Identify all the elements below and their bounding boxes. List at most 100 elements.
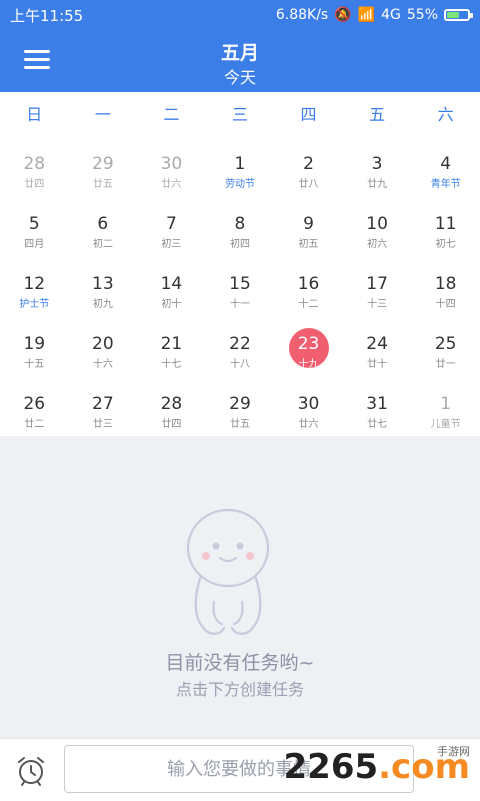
calendar-day[interactable]: 11 初七 bbox=[411, 194, 480, 254]
calendar: 日 一 二 三 四 五 六 28 廿四 29 廿五 30 廿六 1 劳动节 2 廿八 3 廿九 4 青年节 5 四月 6 初二… bbox=[0, 92, 480, 436]
lunar-date: 十五 bbox=[24, 359, 45, 370]
calendar-day[interactable]: 7 初三 bbox=[137, 194, 206, 254]
day-number: 24 bbox=[366, 334, 388, 354]
weekday-label: 二 bbox=[163, 105, 180, 124]
mascot-illustration bbox=[186, 508, 270, 635]
today-button[interactable]: 今天 bbox=[0, 64, 480, 88]
festival-label: 青年节 bbox=[430, 179, 461, 190]
calendar-day[interactable]: 20 十六 bbox=[69, 314, 138, 374]
calendar-day[interactable]: 13 初九 bbox=[69, 254, 138, 314]
signal-icon: 📶 bbox=[357, 7, 376, 23]
calendar-day-today[interactable]: 23 十九 bbox=[274, 314, 343, 374]
day-number: 29 bbox=[229, 394, 251, 414]
day-number: 30 bbox=[160, 154, 183, 174]
weekday-label: 一 bbox=[94, 105, 111, 124]
day-number: 9 bbox=[303, 214, 314, 234]
calendar-day[interactable]: 29 廿五 bbox=[69, 134, 138, 194]
calendar-day[interactable]: 2 廿八 bbox=[274, 134, 343, 194]
calendar-day[interactable]: 1 儿童节 bbox=[411, 374, 480, 434]
weekday-label: 日 bbox=[26, 105, 43, 124]
lunar-date: 廿四 bbox=[161, 419, 182, 430]
calendar-day[interactable]: 4 青年节 bbox=[411, 134, 480, 194]
day-number: 14 bbox=[160, 274, 183, 294]
lunar-date: 初三 bbox=[161, 239, 182, 250]
calendar-day[interactable]: 29 廿五 bbox=[206, 374, 275, 434]
calendar-day[interactable]: 21 十七 bbox=[137, 314, 206, 374]
lunar-date: 廿四 bbox=[24, 179, 45, 190]
alarm-clock-icon[interactable] bbox=[14, 753, 48, 787]
calendar-day[interactable]: 5 四月 bbox=[0, 194, 69, 254]
lunar-date: 廿六 bbox=[161, 179, 182, 190]
calendar-day[interactable]: 27 廿三 bbox=[69, 374, 138, 434]
day-number: 21 bbox=[160, 334, 183, 354]
empty-subtitle: 点击下方创建任务 bbox=[175, 680, 304, 699]
lunar-date: 初九 bbox=[92, 299, 113, 310]
lunar-date: 初七 bbox=[435, 239, 456, 250]
calendar-day[interactable]: 28 廿四 bbox=[137, 374, 206, 434]
day-number: 1 bbox=[234, 154, 246, 174]
day-number: 20 bbox=[92, 334, 114, 354]
calendar-day[interactable]: 18 十四 bbox=[411, 254, 480, 314]
day-number: 2 bbox=[303, 154, 314, 174]
calendar-day[interactable]: 25 廿一 bbox=[411, 314, 480, 374]
day-number: 15 bbox=[229, 274, 251, 294]
lunar-date: 初二 bbox=[92, 239, 113, 250]
calendar-day[interactable]: 1 劳动节 bbox=[206, 134, 275, 194]
calendar-day[interactable]: 8 初四 bbox=[206, 194, 275, 254]
calendar-day[interactable]: 10 初六 bbox=[343, 194, 412, 254]
calendar-day[interactable]: 26 廿二 bbox=[0, 374, 69, 434]
calendar-day[interactable]: 22 十八 bbox=[206, 314, 275, 374]
weekday-label: 五 bbox=[369, 105, 386, 124]
day-number: 26 bbox=[23, 394, 46, 414]
calendar-day[interactable]: 30 廿六 bbox=[274, 374, 343, 434]
battery-percent: 55% bbox=[406, 7, 438, 23]
calendar-day[interactable]: 6 初二 bbox=[69, 194, 138, 254]
day-number: 19 bbox=[23, 334, 46, 354]
day-number: 12 bbox=[23, 274, 46, 294]
calendar-day[interactable]: 17 十三 bbox=[343, 254, 412, 314]
day-number: 22 bbox=[229, 334, 251, 354]
calendar-day[interactable]: 31 廿七 bbox=[343, 374, 412, 434]
status-bar: 上午11:55 6.88K/s 🔕 📶 4G 55% bbox=[0, 0, 480, 30]
calendar-day[interactable]: 3 廿九 bbox=[343, 134, 412, 194]
day-number: 13 bbox=[92, 274, 114, 294]
calendar-grid: 28 廿四 29 廿五 30 廿六 1 劳动节 2 廿八 3 廿九 4 青年节 5 四月 6 初二 7 初三 8 初四 9 初… bbox=[0, 134, 480, 434]
lunar-date: 初四 bbox=[229, 239, 250, 250]
empty-state: 目前没有任务哟~ 点击下方创建任务 bbox=[0, 436, 480, 738]
festival-label: 护士节 bbox=[19, 299, 50, 310]
mute-icon: 🔕 bbox=[334, 7, 352, 23]
calendar-day[interactable]: 14 初十 bbox=[137, 254, 206, 314]
lunar-date: 廿七 bbox=[367, 419, 388, 430]
weekday-label: 四 bbox=[300, 105, 317, 124]
day-number: 29 bbox=[92, 154, 114, 174]
day-number: 3 bbox=[371, 154, 383, 174]
calendar-day[interactable]: 28 廿四 bbox=[0, 134, 69, 194]
calendar-day[interactable]: 12 护士节 bbox=[0, 254, 69, 314]
day-number: 31 bbox=[366, 394, 388, 414]
lunar-date: 十四 bbox=[435, 299, 456, 310]
calendar-day[interactable]: 30 廿六 bbox=[137, 134, 206, 194]
day-number: 23 bbox=[297, 334, 320, 354]
weekday-label: 三 bbox=[231, 105, 248, 124]
calendar-day[interactable]: 24 廿十 bbox=[343, 314, 412, 374]
month-title[interactable]: 五月 bbox=[0, 38, 480, 65]
bottom-bar: 手游网 2265.com bbox=[0, 738, 480, 801]
lunar-date: 十九 bbox=[298, 359, 319, 370]
lunar-date: 十三 bbox=[367, 299, 388, 310]
network-speed: 6.88K/s bbox=[275, 7, 329, 23]
day-number: 7 bbox=[165, 214, 177, 234]
calendar-day[interactable]: 15 十一 bbox=[206, 254, 275, 314]
day-number: 16 bbox=[297, 274, 320, 294]
app-header: 五月 今天 bbox=[0, 30, 480, 92]
calendar-day[interactable]: 19 十五 bbox=[0, 314, 69, 374]
status-icons: 6.88K/s 🔕 📶 4G 55% bbox=[275, 7, 473, 23]
calendar-day[interactable]: 9 初五 bbox=[274, 194, 343, 254]
day-number: 10 bbox=[366, 214, 388, 234]
day-number: 6 bbox=[97, 214, 109, 234]
calendar-day[interactable]: 16 十二 bbox=[274, 254, 343, 314]
day-number: 17 bbox=[366, 274, 388, 294]
day-number: 27 bbox=[92, 394, 114, 414]
day-number: 8 bbox=[234, 214, 246, 234]
lunar-date: 廿十 bbox=[367, 359, 388, 370]
lunar-date: 十七 bbox=[161, 359, 182, 370]
